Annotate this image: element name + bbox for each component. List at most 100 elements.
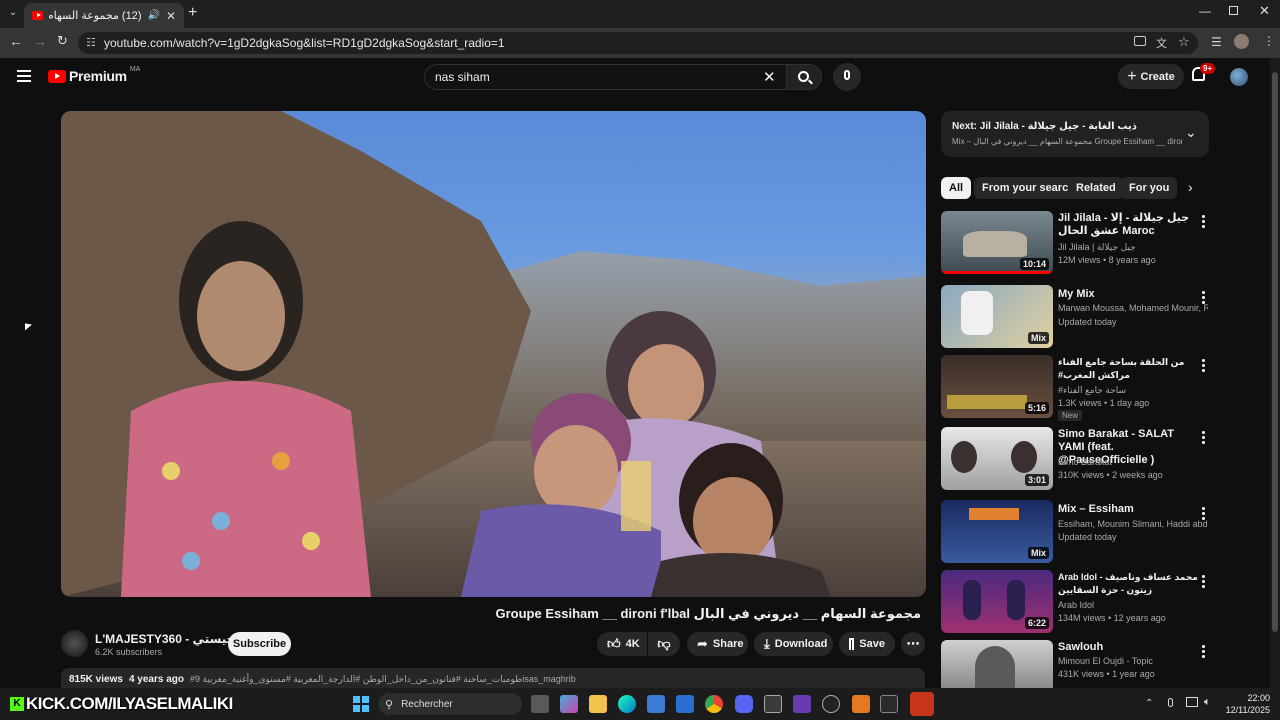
related-channel[interactable]: Essiham, Mounim Slimani, Haddi abdera... (1058, 519, 1208, 529)
chip-related[interactable]: Related (1068, 177, 1124, 199)
like-button[interactable]: 👍︎ 4K (597, 632, 647, 656)
related-title[interactable]: Mix – Essiham (1058, 503, 1198, 516)
chip-all[interactable]: All (941, 177, 972, 199)
obs-icon[interactable] (910, 692, 934, 716)
app-icon[interactable] (880, 695, 898, 713)
related-channel[interactable]: Arab Idol (1058, 600, 1208, 610)
tab-close-icon[interactable]: ✕ (166, 9, 176, 23)
related-thumbnail[interactable]: Mix (941, 500, 1053, 563)
notifications-button[interactable]: 9+ (1192, 63, 1216, 81)
start-button[interactable] (353, 696, 369, 712)
hashtags[interactable]: #طومبات_ساخنة #فنانون_من_داخل_الوطن #الد… (190, 674, 576, 688)
youtube-premium-logo[interactable]: Premium MA (48, 66, 140, 84)
download-button[interactable]: ⤓ Download (754, 632, 833, 656)
hamburger-menu-icon[interactable] (17, 70, 31, 82)
clear-search-icon[interactable]: ✕ (763, 68, 776, 86)
url-field[interactable]: ☷ youtube.com/watch?v=1gD2dgkaSog&list=R… (78, 32, 1198, 54)
more-options-icon[interactable] (1202, 429, 1206, 446)
playlist-next-card[interactable]: Next: Jil Jilala - ذيب الغابة - جيل جيلا… (941, 111, 1209, 157)
clock[interactable]: 22:00 12/11/2025 (1222, 692, 1270, 716)
sublime-icon[interactable] (852, 695, 870, 713)
related-thumbnail[interactable]: 6:22 (941, 570, 1053, 633)
more-options-icon[interactable] (1202, 573, 1206, 590)
more-options-icon[interactable] (1202, 357, 1206, 374)
dislike-button[interactable]: 👎︎ (648, 632, 680, 656)
save-button[interactable]: Save (839, 632, 895, 656)
back-icon[interactable]: ← (9, 33, 23, 49)
video-player[interactable] (61, 111, 926, 597)
expand-chevron-icon[interactable]: ⌄ (1185, 124, 1197, 141)
mouse-cursor-icon (25, 323, 32, 332)
create-button[interactable]: + Create (1118, 64, 1184, 89)
cast-icon[interactable] (1134, 36, 1146, 46)
related-thumbnail[interactable]: 5:16 (941, 355, 1053, 418)
related-channel[interactable]: #ساحة جامع الفناء (1058, 385, 1208, 396)
related-channel[interactable]: Mimoun El Oujdi - Topic (1058, 656, 1208, 666)
voice-search-button[interactable] (833, 63, 861, 91)
discord-icon[interactable] (735, 695, 753, 713)
more-actions-button[interactable]: ⋯ (901, 632, 925, 656)
app-icon[interactable] (764, 695, 782, 713)
search-value: nas siham (435, 70, 490, 84)
share-button[interactable]: ➦ Share (687, 632, 748, 656)
minimize-button[interactable]: — (1199, 4, 1211, 18)
related-channel[interactable]: Simo Barakat (1058, 457, 1208, 467)
account-avatar[interactable] (1230, 68, 1248, 86)
file-explorer-icon[interactable] (589, 695, 607, 713)
edge-icon[interactable] (618, 695, 636, 713)
subscribe-button[interactable]: Subscribe (228, 632, 291, 656)
related-title[interactable]: Jil Jilala - جيل جيلالة - إلا عشق الحال … (1058, 212, 1198, 238)
tray-overflow-icon[interactable]: ⌃ (1145, 698, 1153, 709)
related-thumbnail[interactable] (941, 640, 1053, 688)
search-button[interactable] (786, 64, 822, 90)
related-thumbnail[interactable]: 10:14 (941, 211, 1053, 274)
related-title[interactable]: My Mix (1058, 288, 1198, 301)
speaker-icon[interactable]: 🔊 (147, 10, 159, 21)
description-box[interactable]: 815K views 4 years ago #طومبات_ساخنة #فن… (61, 668, 925, 688)
bookmark-star-icon[interactable]: ☆ (1178, 34, 1190, 50)
youtube-favicon-icon (32, 11, 43, 20)
site-info-icon[interactable]: ☷ (86, 36, 96, 49)
tab-search-icon[interactable]: ☰ (1211, 35, 1222, 49)
more-options-icon[interactable] (1202, 213, 1206, 230)
chips-next-arrow-icon[interactable]: › (1188, 179, 1193, 195)
related-title[interactable]: Sawlouh (1058, 641, 1198, 654)
more-options-icon[interactable] (1202, 505, 1206, 522)
taskbar-search[interactable]: ⚲ Rechercher (378, 693, 522, 715)
related-meta: 134M views • 12 years ago (1058, 613, 1166, 623)
store-icon[interactable] (647, 695, 665, 713)
network-icon[interactable] (1186, 697, 1198, 707)
chrome-icon[interactable] (705, 695, 723, 713)
chip-from-your-search[interactable]: From your search (974, 177, 1083, 199)
tab-list-chevron-icon[interactable]: ⌄ (6, 7, 20, 21)
mail-icon[interactable] (676, 695, 694, 713)
related-title[interactable]: من الحلقة بساحة جامع الفناء مراكش المغرب… (1058, 356, 1198, 382)
page-scrollbar[interactable] (1270, 58, 1280, 688)
browser-tab[interactable]: (12) مجموعة السهام __ ديرو... 🔊 ✕ (24, 3, 184, 28)
close-window-button[interactable]: ✕ (1259, 3, 1270, 19)
related-channel[interactable]: Jil Jilala | جيل جيلالة (1058, 242, 1208, 253)
translate-icon[interactable]: 文 (1156, 35, 1167, 51)
related-thumbnail[interactable]: Mix (941, 285, 1053, 348)
related-channel[interactable]: Marwan Moussa, Mohamed Mounir, Rac... (1058, 303, 1208, 313)
download-icon: ⤓ (764, 636, 770, 651)
chip-for-you[interactable]: For you (1121, 177, 1178, 199)
search-input[interactable]: nas siham ✕ (424, 64, 788, 90)
game-controller-icon[interactable] (793, 695, 811, 713)
copilot-icon[interactable] (560, 695, 578, 713)
steam-icon[interactable] (822, 695, 840, 713)
more-options-icon[interactable] (1202, 643, 1206, 660)
reload-icon[interactable]: ↻ (57, 33, 68, 49)
browser-menu-icon[interactable]: ⋮ (1263, 34, 1275, 48)
forward-icon[interactable]: → (33, 33, 47, 49)
task-view-icon[interactable] (531, 695, 549, 713)
microphone-icon[interactable] (1168, 698, 1173, 707)
channel-avatar[interactable] (61, 630, 88, 657)
volume-icon[interactable]: 🔈︎ (1204, 696, 1211, 709)
related-title[interactable]: Arab Idol - محمد عساف وناصيف زيتون - حزة… (1058, 571, 1198, 597)
restore-button[interactable] (1229, 6, 1238, 15)
profile-avatar[interactable] (1234, 34, 1249, 49)
more-options-icon[interactable] (1202, 289, 1206, 306)
related-thumbnail[interactable]: 3:01 (941, 427, 1053, 490)
new-tab-button[interactable]: + (188, 4, 197, 22)
